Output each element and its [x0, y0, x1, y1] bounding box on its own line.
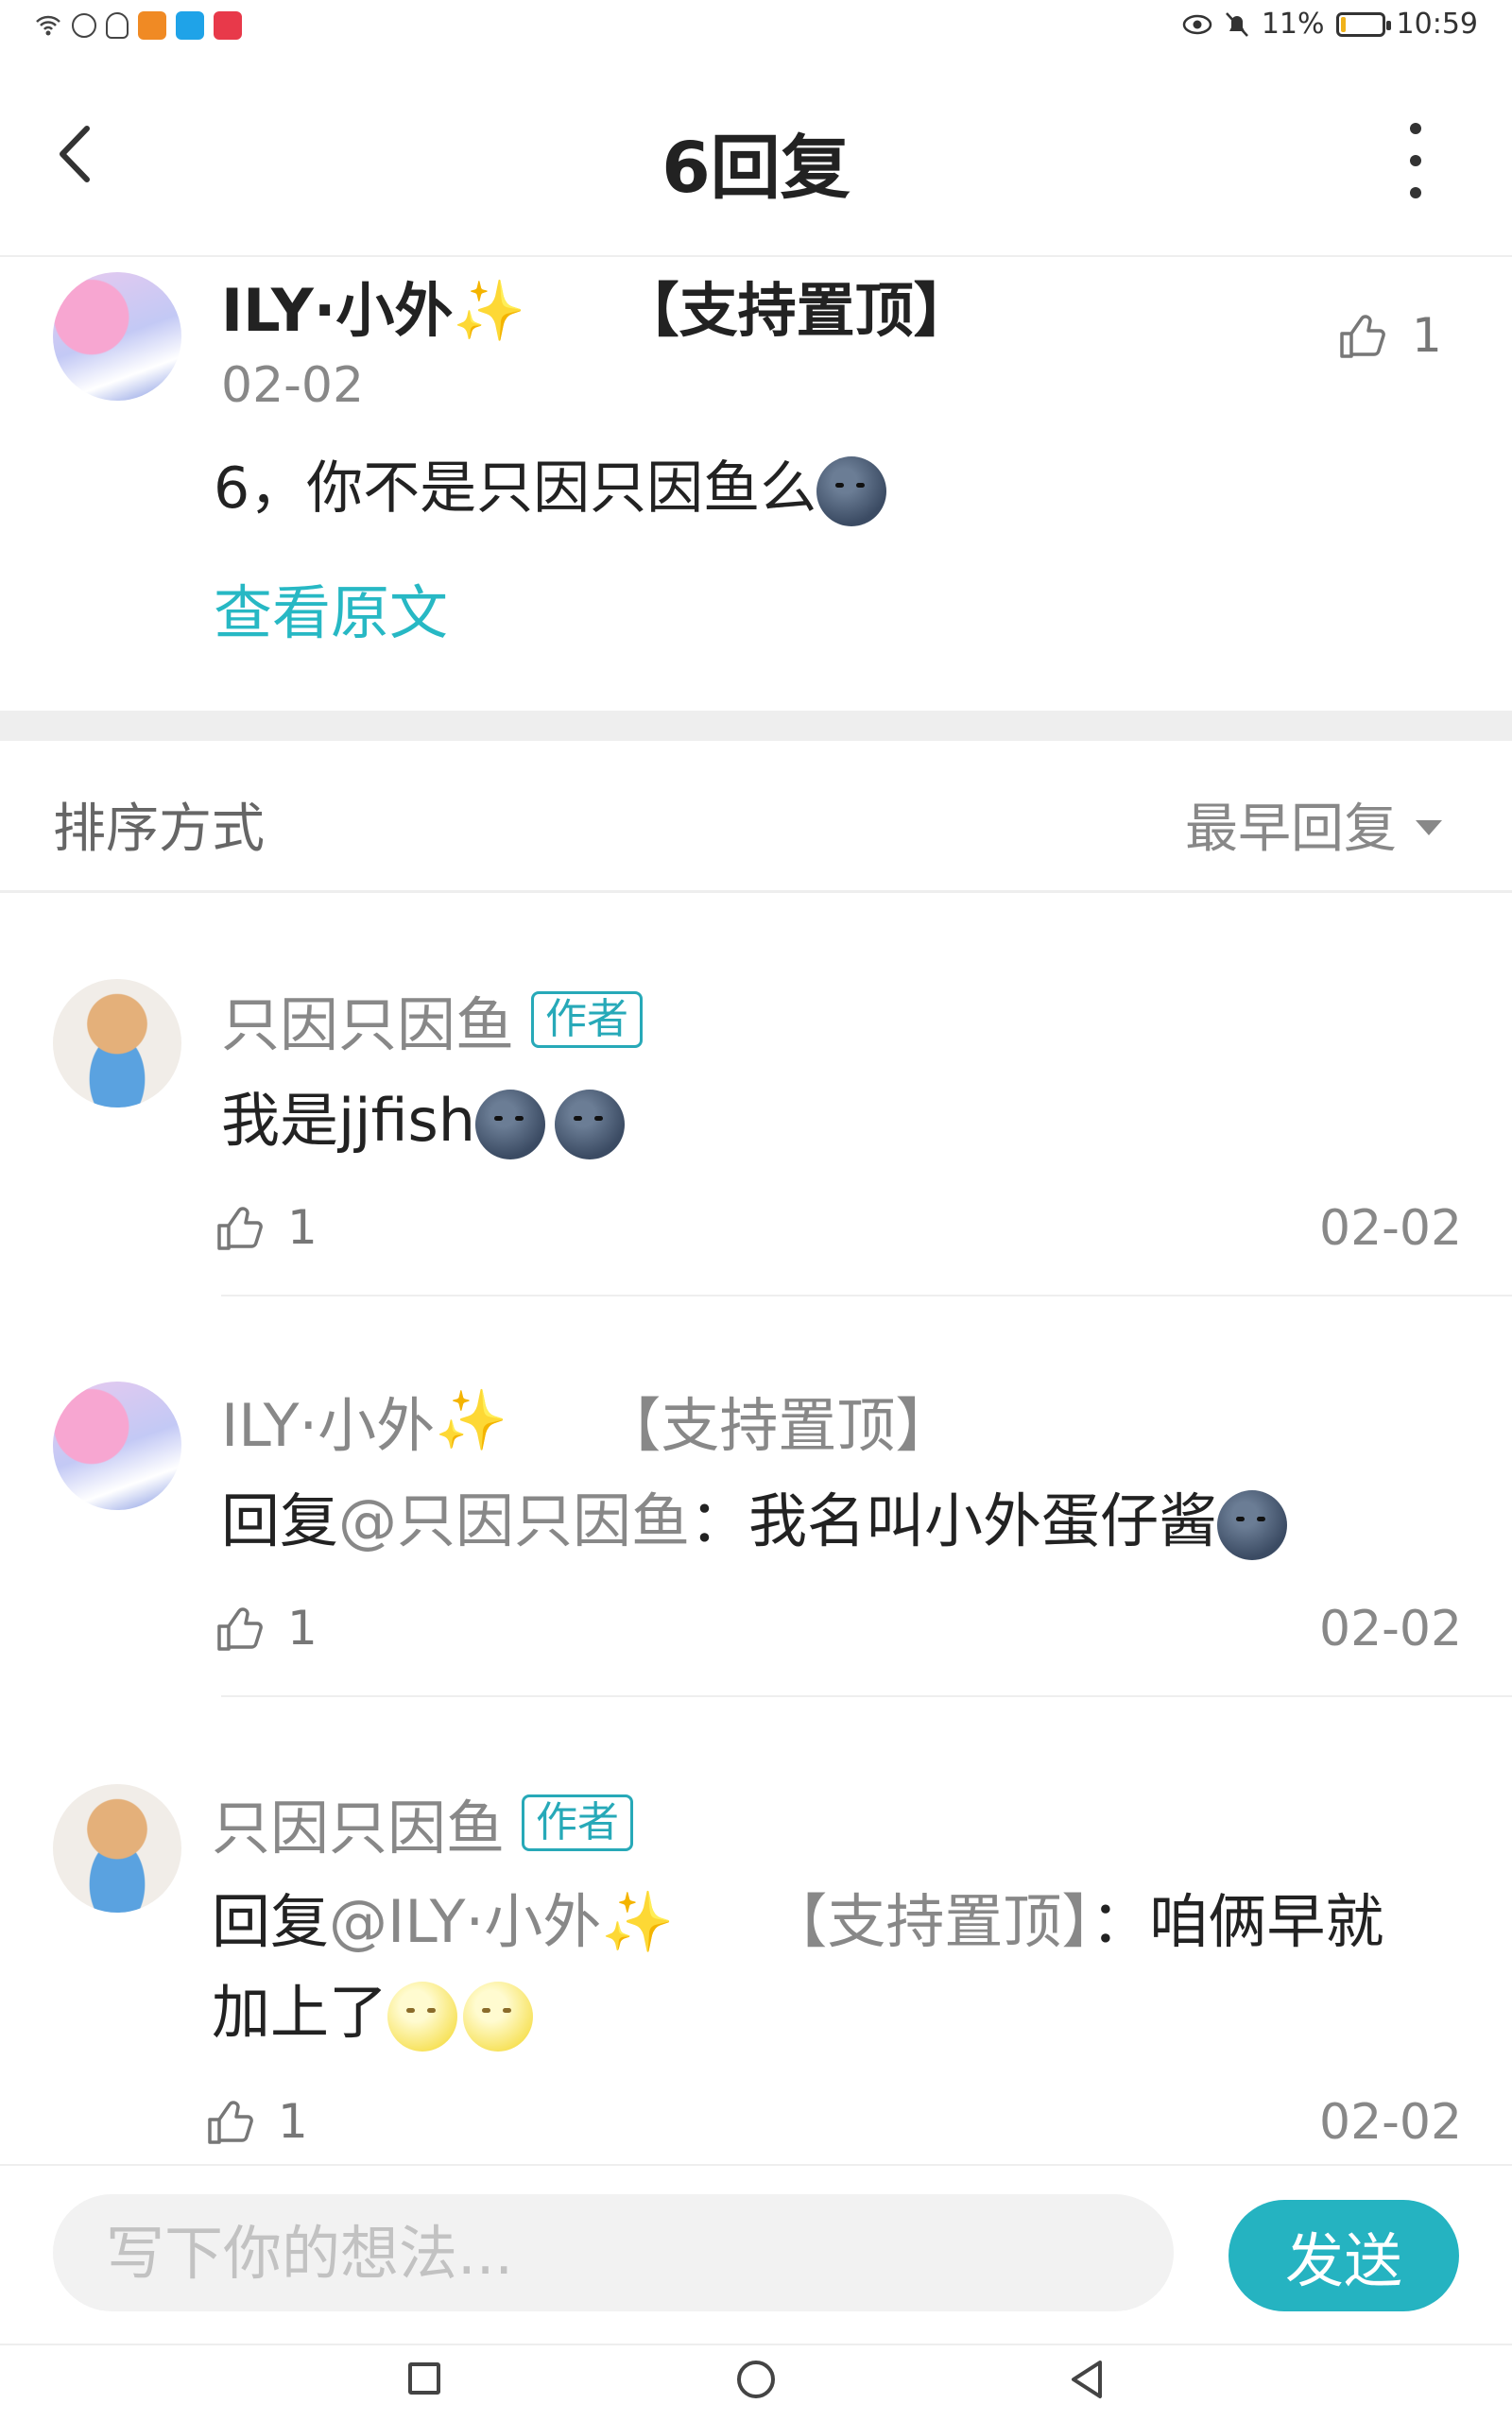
thumbs-up-icon [217, 1207, 263, 1250]
caret-down-icon [1416, 819, 1442, 835]
row-divider [221, 1695, 1512, 1697]
author-name: 只因只因鱼 [221, 990, 515, 1059]
avatar[interactable] [53, 979, 181, 1107]
thumbs-up-icon [1340, 315, 1385, 358]
home-icon[interactable] [737, 2361, 775, 2398]
full-moon-face-emoji [387, 1981, 458, 2052]
clock: 10:59 [1396, 8, 1478, 41]
qq-icon [106, 12, 129, 39]
reply-body: 我是jjfish [221, 1075, 626, 1166]
section-divider [0, 711, 1512, 741]
status-notification-icons [34, 11, 242, 40]
author-name: ILY·小外 [221, 276, 454, 345]
like-count: 1 [278, 2094, 308, 2149]
avatar[interactable] [53, 1784, 181, 1913]
status-bar: 11% 10:59 [0, 0, 1512, 57]
post-like-button[interactable]: 1 [1336, 308, 1442, 363]
sort-dropdown[interactable]: 最早回复 [1185, 786, 1442, 863]
sparkles-emoji: ✨ [601, 1887, 675, 1956]
post-author[interactable]: ILY·小外✨ 【支持置顶】 [221, 263, 972, 348]
avatar[interactable] [53, 1382, 181, 1510]
sort-value: 最早回复 [1185, 798, 1397, 860]
k-app-icon [72, 13, 96, 38]
post-text: 6，你不是只因只因鱼么 [214, 455, 817, 522]
like-count: 1 [287, 1601, 318, 1656]
full-moon-face-emoji [463, 1981, 534, 2052]
recents-icon[interactable] [408, 2362, 440, 2395]
send-button[interactable]: 发送 [1228, 2200, 1459, 2311]
reply-author[interactable]: 只因只因鱼 作者 [212, 1780, 634, 1865]
author-tag: 【支持置顶】 [620, 276, 972, 345]
reply-text: ：我名叫小外蛋仔酱 [690, 1486, 1218, 1555]
reply-prefix: 回复 [221, 1486, 339, 1555]
author-badge: 作者 [531, 991, 644, 1048]
battery-percent: 11% [1261, 8, 1325, 41]
sparkles-emoji: ✨ [435, 1385, 508, 1454]
back-triangle-icon[interactable] [1068, 2359, 1106, 2400]
sparkles-emoji: ✨ [453, 276, 526, 345]
reply-date: 02-02 [1319, 1601, 1463, 1657]
mention-link[interactable]: @ILY·小外✨ 【支持置顶】 [329, 1887, 1091, 1956]
moon-face-emoji [475, 1089, 546, 1159]
avatar[interactable] [53, 272, 181, 401]
reply-prefix: 回复 [212, 1887, 330, 1956]
reply-like-button[interactable]: 1 [214, 1200, 318, 1255]
like-count: 1 [287, 1200, 318, 1255]
page-title: 6回复 [662, 128, 850, 209]
moon-face-emoji [816, 456, 887, 527]
browser-app-icon [176, 11, 204, 40]
post-date: 02-02 [221, 357, 365, 414]
book-app-icon [214, 11, 242, 40]
mention-link[interactable]: @只因只因鱼 [338, 1486, 690, 1555]
view-original-link[interactable]: 查看原文 [214, 565, 448, 650]
video-app-icon [138, 11, 166, 40]
wifi-icon [36, 15, 60, 36]
like-count: 1 [1412, 308, 1442, 363]
more-vertical-icon[interactable] [1399, 123, 1433, 198]
row-divider [221, 1295, 1512, 1296]
mention-name: @ILY·小外 [329, 1887, 602, 1956]
status-right: 11% 10:59 [1182, 8, 1478, 41]
author-name: 只因只因鱼 [212, 1794, 506, 1863]
reply-body: 回复@只因只因鱼：我名叫小外蛋仔酱 [221, 1476, 1288, 1567]
mute-bell-icon [1225, 11, 1248, 37]
post-body: 6，你不是只因只因鱼么 [214, 442, 887, 527]
reply-author[interactable]: 只因只因鱼 作者 [221, 977, 644, 1062]
sort-divider [0, 890, 1512, 893]
thumbs-up-icon [217, 1607, 263, 1651]
reply-body: 回复@ILY·小外✨ 【支持置顶】：咱俩早就加上了 [212, 1877, 1440, 2058]
battery-icon [1335, 11, 1391, 37]
moon-face-emoji [555, 1089, 626, 1159]
author-name: ILY·小外 [221, 1391, 436, 1460]
comment-input[interactable] [53, 2194, 1174, 2311]
eye-icon [1182, 14, 1212, 34]
author-badge: 作者 [522, 1794, 634, 1851]
moon-face-emoji [1217, 1489, 1288, 1560]
reply-author[interactable]: ILY·小外 ✨ 【支持置顶】 [221, 1378, 954, 1463]
thumbs-up-icon [208, 2101, 253, 2144]
author-tag: 【支持置顶】 [602, 1391, 954, 1460]
reply-date: 02-02 [1319, 2094, 1463, 2151]
reply-like-button[interactable]: 1 [214, 1601, 318, 1656]
reply-date: 02-02 [1319, 1200, 1463, 1257]
sort-label: 排序方式 [53, 798, 265, 860]
reply-like-button[interactable]: 1 [204, 2094, 308, 2149]
reply-text: 我是jjfish [221, 1086, 476, 1155]
mention-tag: 【支持置顶】 [768, 1887, 1091, 1956]
